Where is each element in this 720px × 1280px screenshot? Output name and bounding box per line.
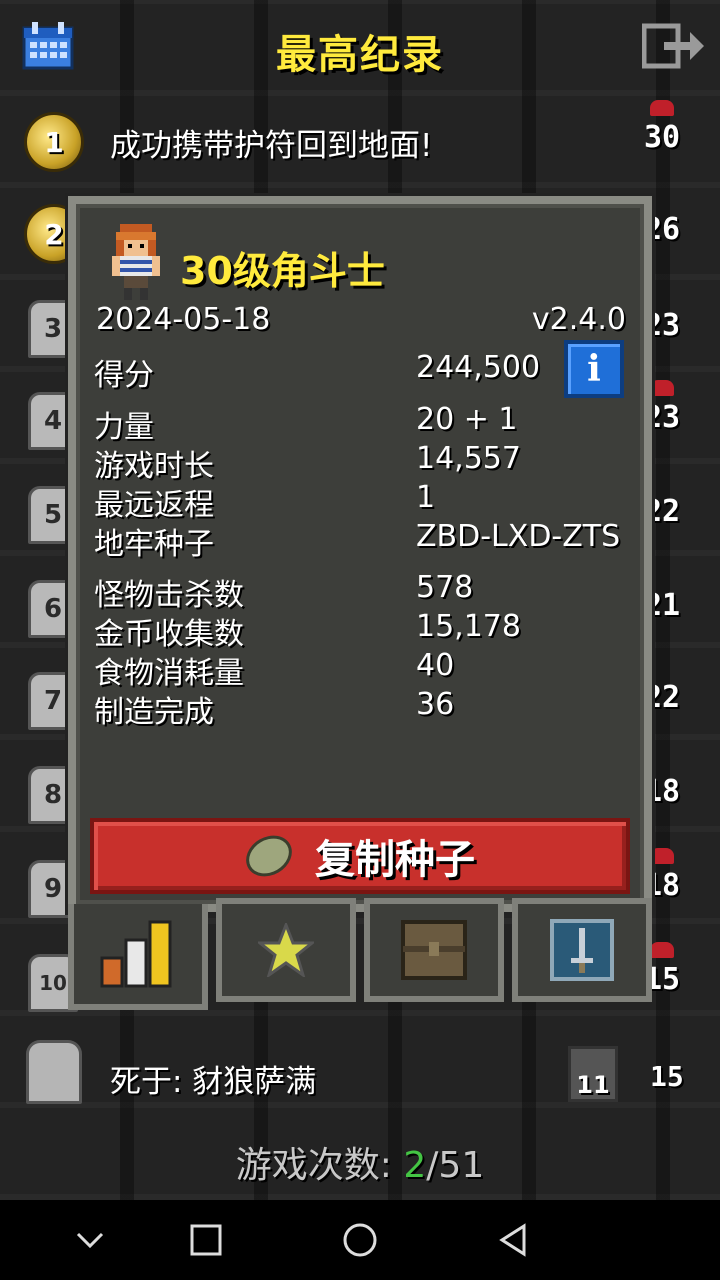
tombstone-icon bbox=[26, 1040, 82, 1104]
top-bar: 最高纪录 bbox=[0, 0, 720, 92]
stats-icon bbox=[100, 920, 172, 988]
gold-medal-icon: 1 bbox=[24, 112, 84, 172]
chevron-down-icon[interactable] bbox=[70, 1220, 110, 1260]
games-total: /51 bbox=[426, 1145, 485, 1186]
stat-value-crafted: 36 bbox=[416, 687, 455, 722]
stat-value-ascent: 1 bbox=[416, 480, 436, 515]
items-icon bbox=[401, 920, 467, 980]
stat-value-playtime: 14,557 bbox=[416, 441, 521, 476]
stat-value-score: 244,500 bbox=[416, 350, 541, 385]
stat-label-ascent: 最远返程 bbox=[94, 488, 214, 523]
record-level: 30 bbox=[644, 100, 681, 155]
system-nav-bar bbox=[0, 1200, 720, 1280]
stat-label-strength: 力量 bbox=[94, 410, 154, 445]
page-title: 最高纪录 bbox=[276, 32, 444, 78]
stat-value-gold: 15,178 bbox=[416, 609, 521, 644]
stat-label-food: 食物消耗量 bbox=[94, 656, 244, 691]
games-played: 游戏次数: 2/51 bbox=[0, 1136, 720, 1188]
tab-badges[interactable] bbox=[216, 898, 356, 1002]
record-detail-window: 30级角斗士 2024-05-18 v2.4.0 得分 244,500 i 力量… bbox=[68, 196, 652, 912]
back-icon[interactable] bbox=[494, 1220, 534, 1260]
stat-label-crafted: 制造完成 bbox=[94, 695, 214, 730]
stat-label-kills: 怪物击杀数 bbox=[94, 578, 244, 613]
exit-icon[interactable] bbox=[642, 22, 706, 70]
home-icon[interactable] bbox=[340, 1220, 380, 1260]
recents-icon[interactable] bbox=[186, 1220, 226, 1260]
hero-title: 30级角斗士 bbox=[180, 249, 385, 293]
games-current: 2 bbox=[403, 1145, 427, 1186]
stat-label-playtime: 游戏时长 bbox=[94, 449, 214, 484]
info-button[interactable]: i bbox=[564, 340, 624, 398]
stat-label-gold: 金币收集数 bbox=[94, 617, 244, 652]
games-played-label: 游戏次数: bbox=[235, 1145, 392, 1186]
game-version: v2.4.0 bbox=[531, 302, 626, 337]
stat-value-kills: 578 bbox=[416, 570, 474, 605]
class-badge-icon: 11 bbox=[568, 1046, 618, 1102]
weapon-icon bbox=[550, 919, 614, 981]
rank-badge: 1 bbox=[24, 112, 84, 172]
gladiator-avatar-icon bbox=[112, 224, 160, 300]
record-date: 2024-05-18 bbox=[96, 302, 271, 337]
stat-label-score: 得分 bbox=[94, 358, 154, 393]
seed-icon bbox=[238, 827, 300, 885]
tab-weapon[interactable] bbox=[512, 898, 652, 1002]
record-level: 15 bbox=[650, 1060, 684, 1093]
badges-icon bbox=[258, 923, 314, 977]
record-row-1[interactable]: 1 成功携带护符回到地面! 30 bbox=[0, 96, 720, 188]
stat-value-strength: 20 + 1 bbox=[416, 402, 518, 437]
copy-seed-button[interactable]: 复制种子 bbox=[90, 818, 630, 894]
copy-seed-label: 复制种子 bbox=[315, 837, 475, 883]
record-description: 成功携带护符回到地面! bbox=[110, 128, 433, 164]
death-cause: 死于: 豺狼萨满 bbox=[110, 1064, 317, 1100]
tab-stats[interactable] bbox=[68, 904, 208, 1010]
stat-value-food: 40 bbox=[416, 648, 455, 683]
stat-value-seed: ZBD-LXD-ZTS bbox=[416, 519, 621, 554]
stat-label-seed: 地牢种子 bbox=[94, 527, 214, 562]
tab-items[interactable] bbox=[364, 898, 504, 1002]
